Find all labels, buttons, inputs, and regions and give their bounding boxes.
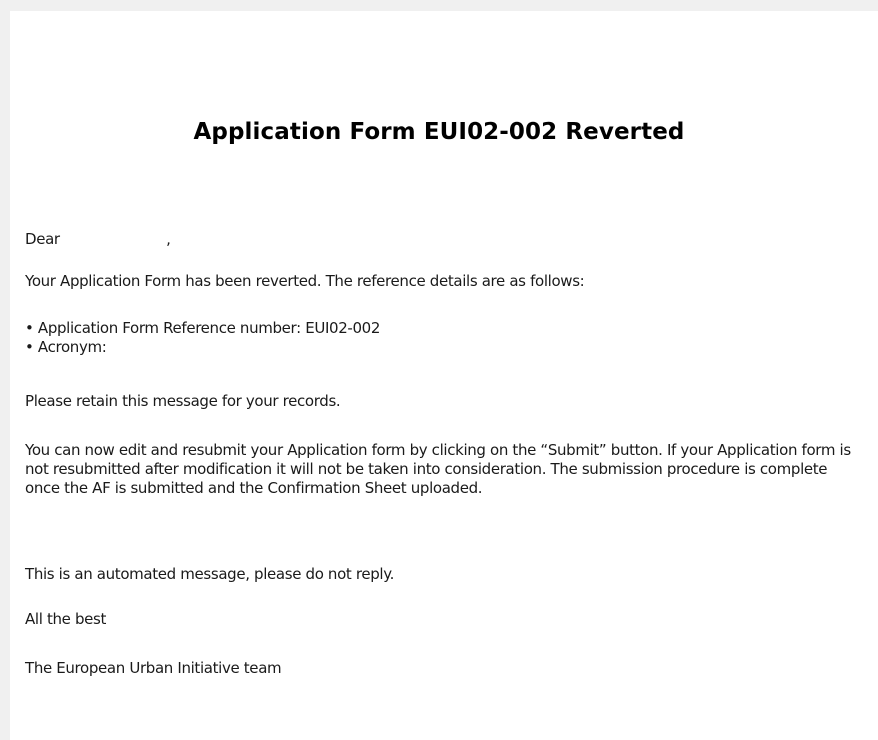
reference-details-list: Application Form Reference number: EUI02… [25,319,855,357]
retain-note: Please retain this message for your reco… [25,392,341,410]
signature: The European Urban Initiative team [25,659,282,677]
email-content-panel: Application Form EUI02-002 Reverted Dear… [10,11,878,740]
greeting-line: Dear , [25,230,855,249]
list-item-reference-number: Application Form Reference number: EUI02… [25,319,855,338]
list-item-acronym: Acronym: [25,338,855,357]
greeting-suffix: , [166,230,171,248]
closing-line: All the best [25,610,106,628]
email-title: Application Form EUI02-002 Reverted [193,119,685,145]
greeting-prefix: Dear [25,230,60,248]
intro-paragraph: Your Application Form has been reverted.… [25,272,585,290]
automated-note: This is an automated message, please do … [25,565,395,583]
instructions-paragraph: You can now edit and resubmit your Appli… [25,441,851,497]
